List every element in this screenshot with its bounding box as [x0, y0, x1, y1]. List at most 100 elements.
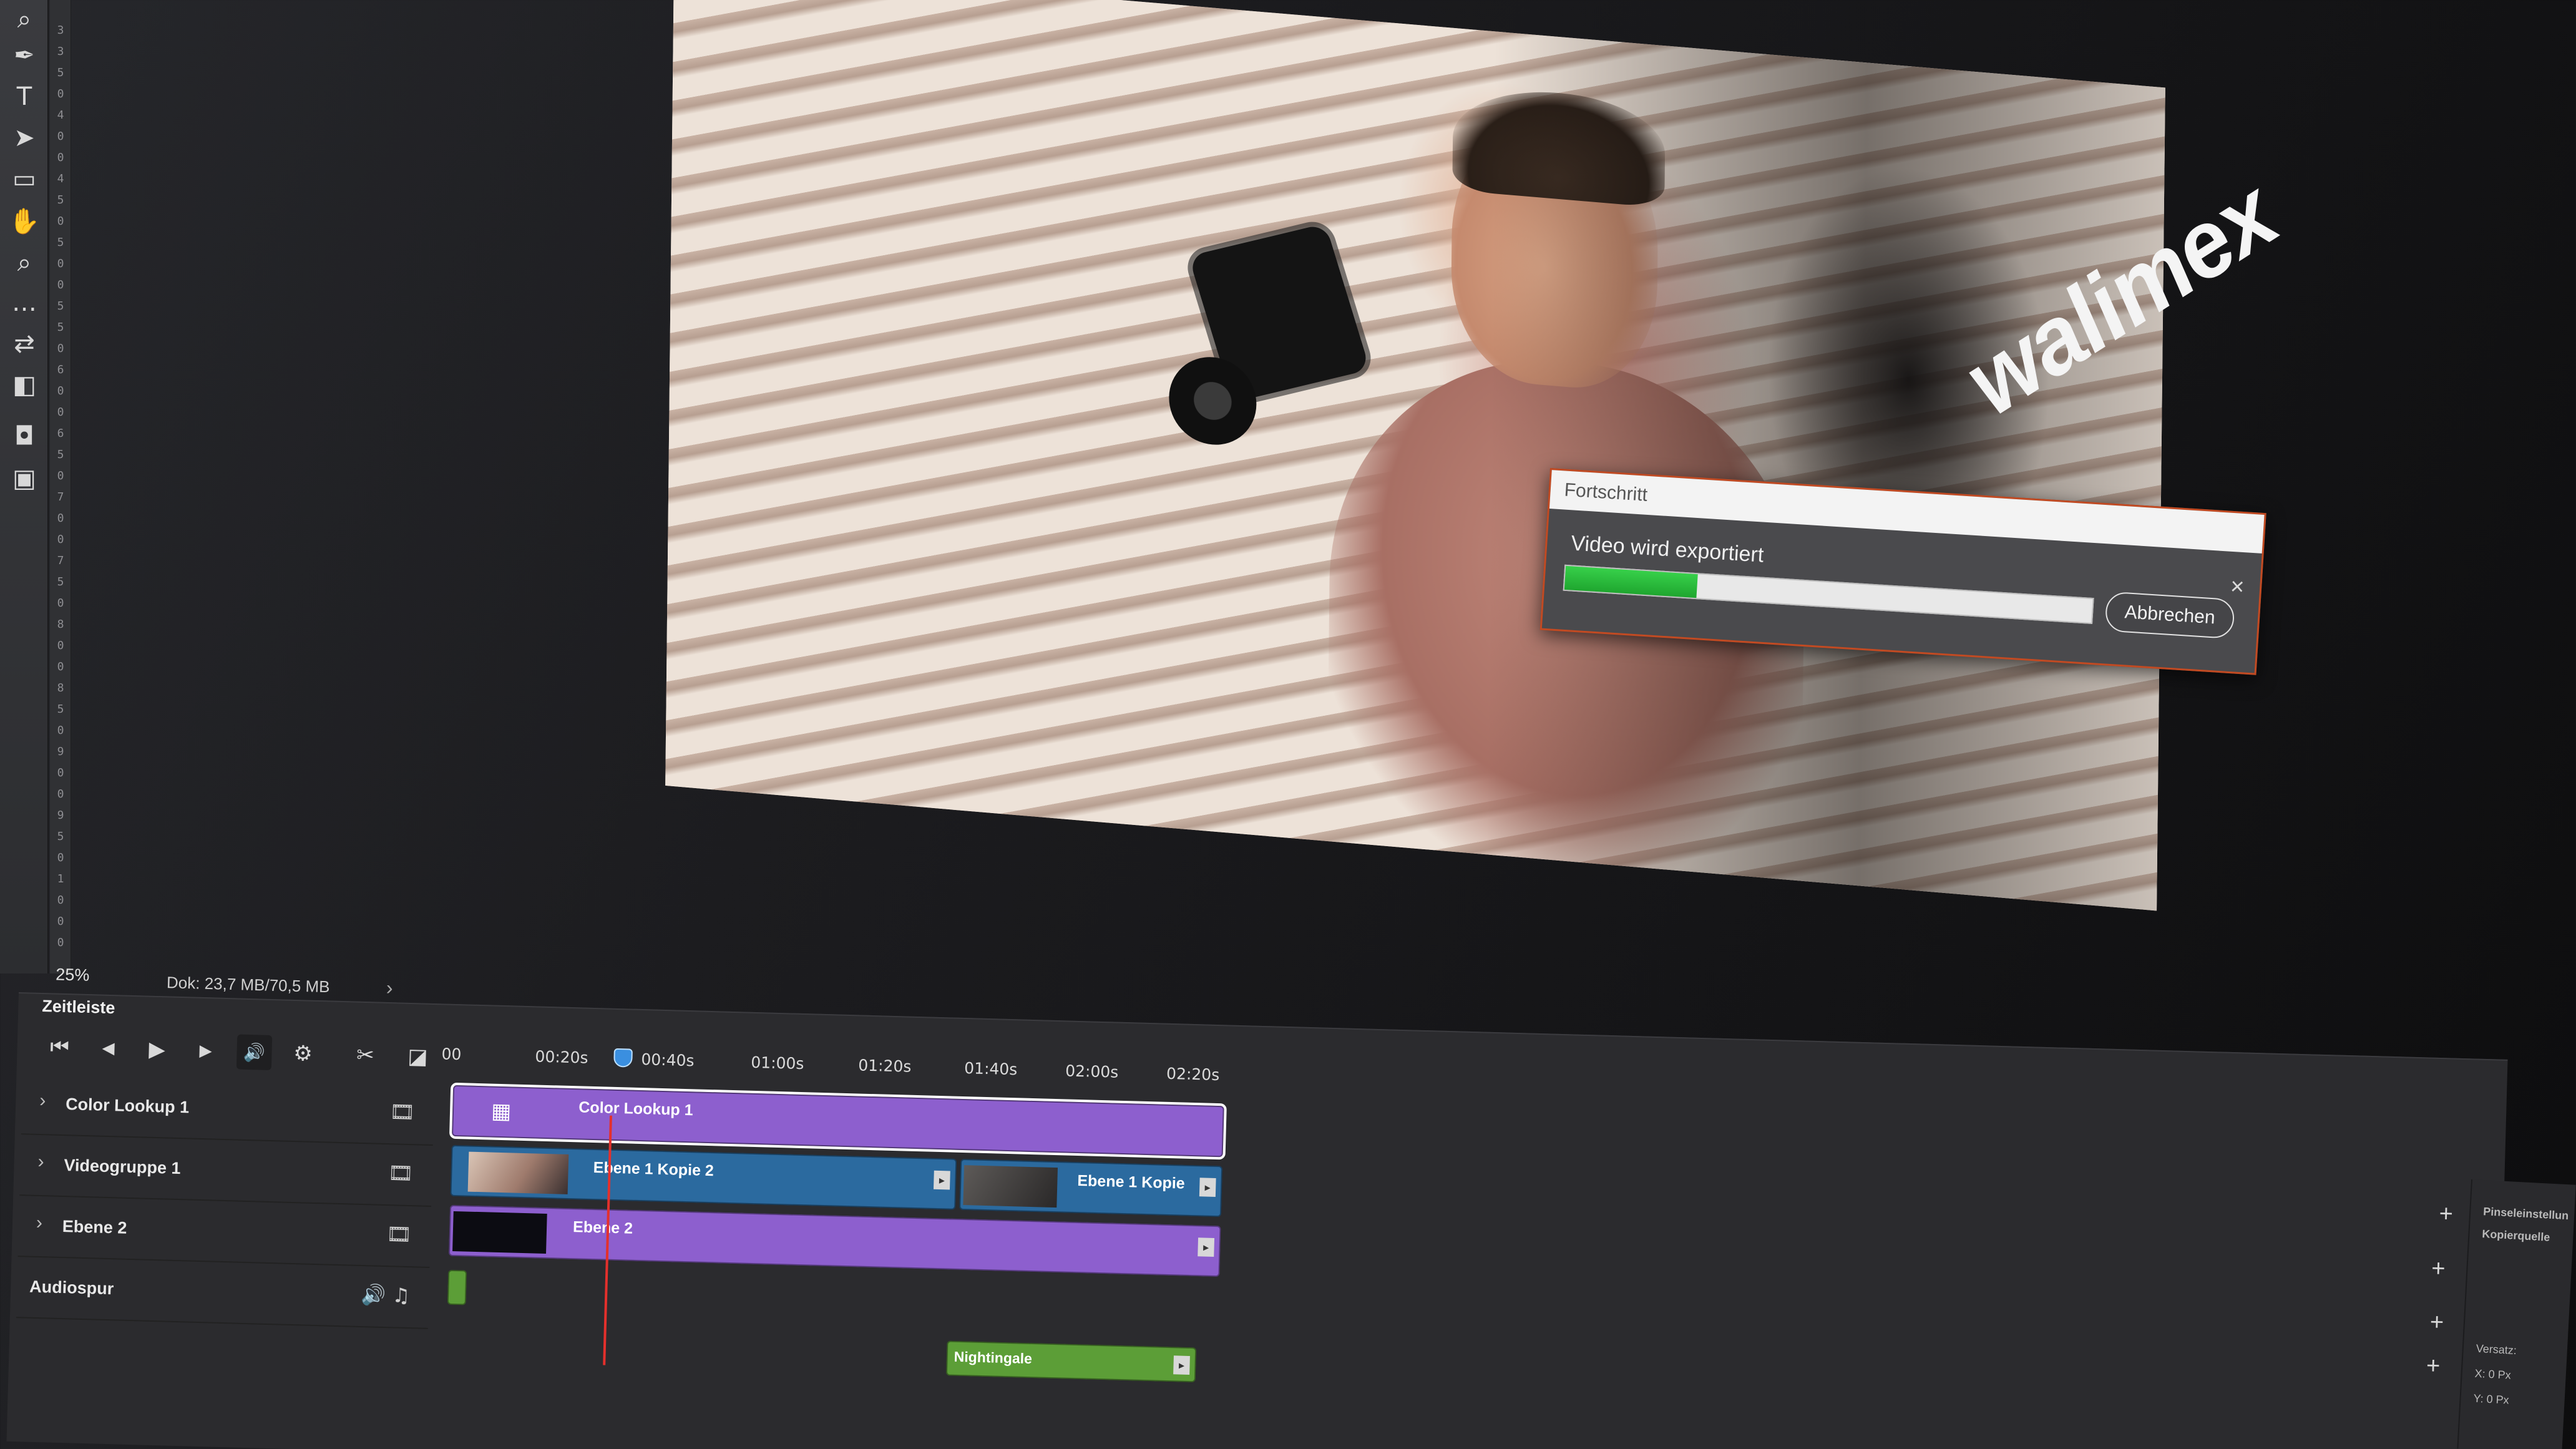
- quick-mask-icon[interactable]: ◘: [9, 421, 40, 452]
- ruler-tick-label: 4: [57, 172, 64, 185]
- film-strip-icon[interactable]: 🎞: [388, 1161, 414, 1185]
- ruler-tick-label: 5: [57, 703, 64, 716]
- playhead-handle[interactable]: [613, 1048, 633, 1068]
- offset-y-field[interactable]: Y: 0 Px: [2473, 1392, 2509, 1407]
- clip-end-handle-icon[interactable]: ▸: [1198, 1237, 1215, 1257]
- ruler-tick-label: 0: [57, 915, 64, 928]
- film-strip-icon[interactable]: 🎞: [386, 1222, 412, 1246]
- document-canvas[interactable]: walimex: [665, 0, 2295, 911]
- transition-button[interactable]: ◪: [400, 1039, 436, 1075]
- panel-subtitle[interactable]: Kopierquelle: [2482, 1227, 2550, 1244]
- ruler-tick-label: 0: [57, 151, 64, 164]
- previous-frame-button[interactable]: ◀: [90, 1030, 126, 1066]
- clip-ebene-1-kopie-2[interactable]: Ebene 1 Kopie 2 ▸: [450, 1144, 957, 1210]
- hand-tool-icon[interactable]: ✋: [9, 206, 40, 237]
- screen-mode-icon[interactable]: ▣: [9, 463, 40, 494]
- status-menu-arrow-icon[interactable]: ›: [386, 977, 393, 1000]
- ruler-tick-label: 5: [57, 321, 64, 334]
- cancel-button[interactable]: Abbrechen: [2104, 591, 2235, 640]
- ruler-tick-label: 0: [57, 724, 64, 737]
- play-button[interactable]: ▶: [139, 1032, 175, 1067]
- clip-label: Nightingale: [954, 1348, 1033, 1367]
- vertical-ruler: 3 3 5 0 4 0 0 4 5 0 5 0 0 5 5 0 6 0 0 6 5 0 7 0 0 7 5 0 8 0 0 8 5 0 9 0 0 9 5 0…: [50, 0, 71, 973]
- panel-title[interactable]: Pinseleinstellun: [2483, 1205, 2569, 1222]
- ruler-tick-label: 3: [57, 45, 64, 58]
- ruler-tick-label: 5: [57, 300, 64, 313]
- foreground-background-color-icon[interactable]: ◧: [9, 369, 40, 401]
- track-row-audio[interactable]: Audiospur 🔊 ♫: [16, 1258, 430, 1329]
- timeline-controls: ⏮ ◀ ▶ ▶ 🔊 ⚙ ✂ ◪: [36, 1023, 449, 1084]
- clip-end-handle-icon[interactable]: ▸: [933, 1170, 950, 1190]
- ruler-tick-label: 7: [57, 490, 64, 504]
- track-row-ebene-2[interactable]: › Ebene 2 🎞: [17, 1197, 431, 1268]
- track-name: Color Lookup 1: [65, 1095, 190, 1117]
- offset-x-field[interactable]: X: 0 Px: [2474, 1367, 2511, 1382]
- ruler-tick-label: 9: [57, 809, 64, 822]
- ruler-tick-label: 5: [57, 193, 64, 207]
- export-progress-bar: [1563, 564, 2094, 625]
- add-media-button[interactable]: +: [2434, 1201, 2457, 1227]
- ruler-tick-label: 0: [57, 894, 64, 907]
- add-media-button[interactable]: +: [2427, 1256, 2450, 1282]
- tab-timeline[interactable]: Zeitleiste: [42, 997, 115, 1018]
- zoom-search-icon[interactable]: ⌕: [9, 4, 40, 35]
- clip-audio-nightingale[interactable]: Nightingale ▸: [945, 1340, 1197, 1383]
- ruler-tick-label: 0: [57, 788, 64, 801]
- audio-music-icon[interactable]: 🔊 ♫: [361, 1282, 411, 1307]
- tools-panel: ⌕ ✒ T ➤ ▭ ✋ ⌕ … ⇄ ◧ ◘ ▣: [0, 0, 49, 973]
- add-media-button[interactable]: +: [2426, 1309, 2449, 1336]
- settings-button[interactable]: ⚙: [285, 1036, 321, 1071]
- ruler-tick-label: 0: [57, 512, 64, 525]
- ruler-tick-label: 0: [57, 660, 64, 673]
- zoom-tool-icon[interactable]: ⌕: [9, 247, 40, 278]
- clip-end-handle-icon[interactable]: ▸: [1199, 1178, 1216, 1197]
- ruler-tick-label: 8: [57, 681, 64, 695]
- pen-tool-icon[interactable]: ✒: [9, 40, 40, 71]
- chevron-right-icon[interactable]: ›: [36, 1212, 43, 1234]
- next-frame-button[interactable]: ▶: [188, 1033, 223, 1068]
- ruler-tick-label: 8: [57, 618, 64, 631]
- add-media-button[interactable]: +: [2422, 1353, 2445, 1380]
- clip-thumbnail: [467, 1151, 569, 1194]
- clone-source-panel: Pinseleinstellun Kopierquelle Versatz: X…: [2457, 1179, 2576, 1449]
- type-tool-icon[interactable]: T: [9, 81, 40, 112]
- clip-ebene-2[interactable]: Ebene 2 ▸: [448, 1204, 1221, 1277]
- rectangle-tool-icon[interactable]: ▭: [9, 163, 40, 195]
- time-label: 00: [441, 1045, 462, 1064]
- clip-ebene-1-kopie[interactable]: Ebene 1 Kopie ▸: [959, 1158, 1223, 1217]
- film-strip-icon[interactable]: 🎞: [389, 1100, 416, 1124]
- dialog-message: Video wird exportiert: [1570, 531, 1765, 567]
- more-tools-icon[interactable]: …: [9, 287, 40, 318]
- ruler-tick-label: 9: [57, 745, 64, 758]
- swap-colors-icon[interactable]: ⇄: [9, 328, 40, 359]
- ruler-tick-label: 0: [57, 215, 64, 228]
- ruler-tick-label: 5: [57, 830, 64, 843]
- ruler-tick-label: 0: [57, 597, 64, 610]
- offset-label: Versatz:: [2476, 1342, 2517, 1357]
- path-selection-icon[interactable]: ➤: [9, 122, 40, 154]
- audio-toggle-button[interactable]: 🔊: [236, 1034, 273, 1070]
- ruler-tick-label: 0: [57, 639, 64, 652]
- audio-track-marker[interactable]: [447, 1269, 467, 1305]
- track-row-videogruppe[interactable]: › Videogruppe 1 🎞: [19, 1136, 433, 1208]
- ruler-tick-label: 0: [57, 936, 64, 949]
- ruler-tick-label: 0: [57, 257, 64, 270]
- ruler-tick-label: 6: [57, 427, 64, 440]
- track-name: Ebene 2: [62, 1217, 127, 1237]
- clip-end-handle-icon[interactable]: ▸: [1173, 1355, 1190, 1375]
- chevron-right-icon[interactable]: ›: [39, 1090, 46, 1111]
- chevron-right-icon[interactable]: ›: [37, 1151, 44, 1173]
- close-icon[interactable]: ×: [2225, 573, 2249, 600]
- go-to-first-frame-button[interactable]: ⏮: [42, 1029, 77, 1065]
- zoom-level[interactable]: 25%: [56, 965, 90, 985]
- ruler-tick-label: 5: [57, 236, 64, 249]
- ruler-tick-label: 0: [57, 469, 64, 482]
- track-row-color-lookup[interactable]: › Color Lookup 1 🎞: [21, 1075, 435, 1146]
- clip-label: Ebene 1 Kopie 2: [593, 1159, 715, 1180]
- split-clip-button[interactable]: ✂: [348, 1037, 383, 1073]
- ruler-tick-label: 7: [57, 554, 64, 567]
- time-label: 00:40s: [641, 1050, 695, 1070]
- ruler-tick-label: 5: [57, 448, 64, 461]
- ruler-tick-label: 5: [57, 66, 64, 79]
- time-label: 01:40s: [964, 1059, 1018, 1079]
